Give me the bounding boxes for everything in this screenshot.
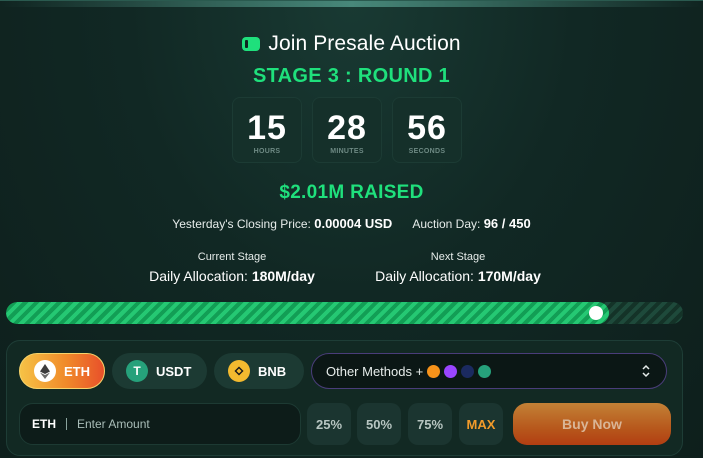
- countdown-seconds: 56 SECONDS: [392, 97, 462, 163]
- current-stage: Current Stage Daily Allocation: 180M/day: [137, 251, 327, 284]
- amount-divider: [66, 418, 67, 430]
- tag-icon: [242, 37, 261, 51]
- seconds-value: 56: [407, 109, 447, 147]
- hours-label: HOURS: [253, 148, 281, 155]
- bnb-icon: [228, 360, 250, 382]
- polygon-icon: [461, 364, 475, 378]
- hours-value: 15: [247, 109, 287, 147]
- ethereum-icon: [34, 360, 56, 382]
- preset-25-button[interactable]: 25%: [307, 403, 351, 445]
- tab-bnb[interactable]: BNB: [214, 353, 304, 389]
- auction-day-label: Auction Day:: [412, 217, 481, 231]
- closing-price-label: Yesterday's Closing Price:: [172, 217, 311, 231]
- tether-trc-icon: [478, 364, 492, 378]
- stage-label: STAGE 3 : ROUND 1: [253, 65, 450, 87]
- amount-placeholder: Enter Amount: [77, 417, 150, 431]
- progress-bar: [6, 302, 683, 324]
- tab-usdt[interactable]: T USDT: [112, 353, 207, 389]
- buy-now-button[interactable]: Buy Now: [513, 403, 671, 445]
- top-glow: [0, 1, 703, 7]
- bitcoin-icon: [427, 364, 441, 378]
- presale-panel: Join Presale Auction STAGE 3 : ROUND 1 1…: [0, 0, 703, 458]
- minutes-label: MINUTES: [330, 148, 364, 155]
- solana-icon: [444, 364, 458, 378]
- preset-75-button[interactable]: 75%: [408, 403, 452, 445]
- current-alloc-value: 180M/day: [251, 268, 315, 284]
- next-stage-allocation: Daily Allocation: 170M/day: [363, 268, 553, 284]
- tab-bnb-label: BNB: [258, 363, 287, 379]
- amount-input[interactable]: ETH Enter Amount: [19, 403, 301, 445]
- countdown-minutes: 28 MINUTES: [312, 97, 382, 163]
- minutes-value: 28: [327, 109, 367, 147]
- other-methods-label: Other Methods +: [326, 363, 424, 379]
- raised-amount: $2.01M RAISED: [279, 182, 424, 203]
- seconds-label: SECONDS: [408, 148, 446, 155]
- current-stage-allocation: Daily Allocation: 180M/day: [137, 268, 327, 284]
- next-alloc-label: Daily Allocation:: [375, 268, 474, 284]
- current-alloc-label: Daily Allocation:: [149, 268, 248, 284]
- buy-panel: ETH T USDT BNB Other Methods + ETH Enter…: [6, 340, 683, 456]
- next-stage: Next Stage Daily Allocation: 170M/day: [363, 251, 553, 284]
- tether-icon: T: [126, 360, 148, 382]
- preset-50-button[interactable]: 50%: [357, 403, 401, 445]
- tab-eth-label: ETH: [64, 363, 90, 379]
- stage-allocations: Current Stage Daily Allocation: 180M/day…: [0, 251, 703, 291]
- progress-knob: [589, 306, 603, 320]
- current-stage-caption: Current Stage: [197, 251, 267, 263]
- closing-price-value: 0.00004 USD: [314, 216, 393, 231]
- other-methods-select[interactable]: Other Methods +: [311, 353, 667, 389]
- auction-info-row: Yesterday's Closing Price: 0.00004 USD A…: [0, 216, 703, 231]
- countdown-hours: 15 HOURS: [232, 97, 302, 163]
- chevron-updown-icon: [642, 364, 650, 378]
- progress-fill: [6, 302, 609, 324]
- next-alloc-value: 170M/day: [477, 268, 541, 284]
- page-title: Join Presale Auction: [268, 32, 461, 55]
- amount-currency: ETH: [32, 417, 56, 431]
- tab-eth[interactable]: ETH: [19, 353, 105, 389]
- tab-usdt-label: USDT: [156, 363, 192, 379]
- preset-max-button[interactable]: MAX: [459, 403, 503, 445]
- title-row: Join Presale Auction: [0, 31, 703, 57]
- countdown-timer: 15 HOURS 28 MINUTES 56 SECONDS: [232, 97, 462, 163]
- next-stage-caption: Next Stage: [430, 251, 486, 263]
- auction-day-value: 96 / 450: [483, 216, 531, 231]
